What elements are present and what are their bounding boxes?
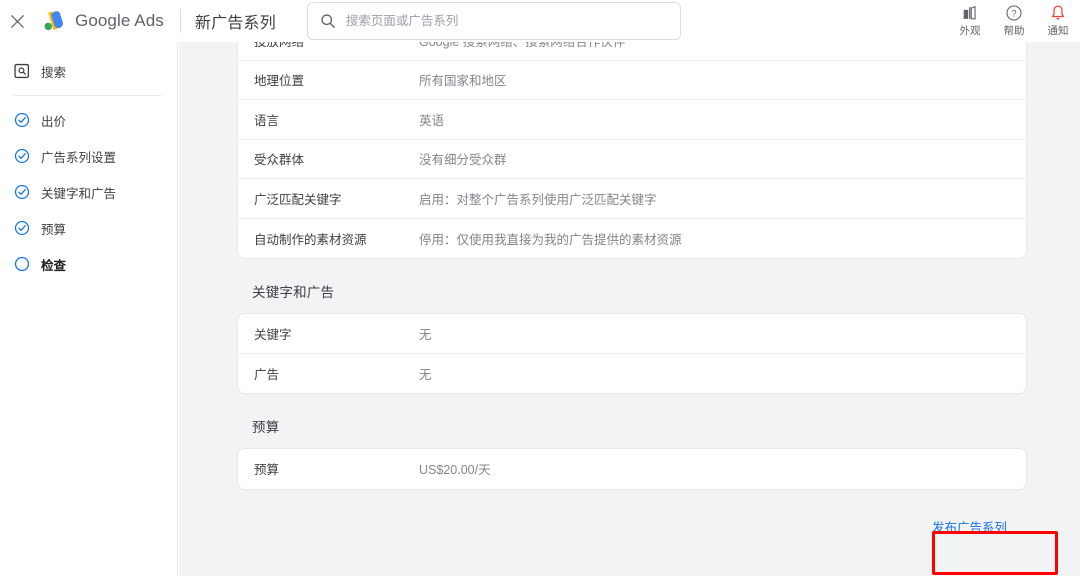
search-box[interactable] (306, 2, 681, 40)
row-value: 英语 (419, 113, 445, 128)
sidebar-item-label: 搜索 (41, 65, 67, 80)
sidebar-divider (14, 95, 161, 96)
campaign-settings-card: 投放网络 Google 搜索网络、搜索网络合作伙伴 地理位置 所有国家和地区 语… (237, 42, 1027, 259)
row-key: 语言 (254, 113, 280, 128)
table-row[interactable]: 投放网络 Google 搜索网络、搜索网络合作伙伴 (238, 42, 1026, 61)
row-key: 广告 (254, 367, 280, 382)
appearance-button[interactable]: 外观 (948, 0, 992, 38)
close-icon[interactable] (0, 0, 34, 42)
table-row[interactable]: 预算 US$20.00/天 (238, 449, 1026, 489)
search-icon (321, 14, 335, 28)
row-value: 没有细分受众群 (419, 153, 507, 168)
sidebar-item-search[interactable]: 搜索 (0, 53, 177, 89)
row-key: 投放网络 (254, 42, 419, 50)
settings-card-column: 投放网络 Google 搜索网络、搜索网络合作伙伴 地理位置 所有国家和地区 语… (237, 42, 1027, 259)
budget-card: 预算 US$20.00/天 (237, 448, 1027, 490)
sidebar-item-budget[interactable]: 预算 (0, 210, 177, 246)
notifications-button[interactable]: 通知 (1036, 0, 1080, 38)
review-main-panel: 投放网络 Google 搜索网络、搜索网络合作伙伴 地理位置 所有国家和地区 语… (179, 42, 1080, 576)
row-value: 启用：对整个广告系列使用广泛匹配关键字 (419, 192, 657, 207)
keywords-section-column: 关键字和广告 关键字 无 广告 无 (237, 259, 1027, 394)
check-circle-icon (14, 148, 30, 164)
row-key: 自动制作的素材资源 (254, 232, 367, 247)
footer-actions: 发布广告系列 (237, 490, 1027, 546)
table-row[interactable]: 关键字 无 (238, 314, 1026, 354)
appearance-icon (961, 3, 979, 22)
header-divider (179, 9, 181, 33)
notifications-bell-icon (1049, 3, 1067, 22)
section-title-budget: 预算 (252, 420, 280, 435)
help-label: 帮助 (1003, 25, 1025, 37)
table-row[interactable]: 广告 无 (238, 354, 1026, 394)
table-row[interactable]: 地理位置 所有国家和地区 (238, 61, 1026, 100)
brand-name: Google Ads (75, 11, 164, 30)
sidebar-item-label: 广告系列设置 (41, 150, 117, 165)
help-icon: ? (1005, 3, 1023, 22)
google-ads-campaign-review-page: Google Ads 新广告系列 外观 (0, 0, 1080, 576)
row-value: 无 (419, 367, 432, 382)
search-input[interactable] (345, 3, 668, 39)
scroll-area: 投放网络 Google 搜索网络、搜索网络合作伙伴 地理位置 所有国家和地区 语… (179, 42, 1080, 546)
check-circle-icon (14, 112, 30, 128)
row-key: 地理位置 (254, 74, 305, 89)
brand-logo-group[interactable]: Google Ads (34, 8, 164, 34)
row-value: 无 (419, 327, 432, 342)
sidebar-item-label: 检查 (41, 258, 67, 273)
publish-campaign-button[interactable]: 发布广告系列 (912, 507, 1027, 546)
row-key: 受众群体 (254, 153, 305, 168)
appearance-label: 外观 (959, 25, 981, 37)
table-row[interactable]: 广泛匹配关键字 启用：对整个广告系列使用广泛匹配关键字 (238, 179, 1026, 219)
row-key: 预算 (254, 463, 280, 478)
check-circle-icon (14, 220, 30, 236)
google-ads-logo-icon (44, 11, 63, 31)
notifications-label: 通知 (1047, 25, 1069, 37)
page-title: 新广告系列 (194, 15, 276, 32)
table-row[interactable]: 受众群体 没有细分受众群 (238, 140, 1026, 179)
section-title-keywords: 关键字和广告 (252, 285, 335, 300)
sidebar-item-keywords-and-ads[interactable]: 关键字和广告 (0, 174, 177, 210)
row-value: US$20.00/天 (419, 463, 491, 478)
empty-circle-icon (14, 256, 30, 272)
check-circle-icon (14, 184, 30, 200)
sidebar-item-bidding[interactable]: 出价 (0, 102, 177, 138)
sidebar-item-campaign-settings[interactable]: 广告系列设置 (0, 138, 177, 174)
table-row[interactable]: 自动制作的素材资源 停用：仅使用我直接为我的广告提供的素材资源 (238, 219, 1026, 259)
table-row[interactable]: 语言 英语 (238, 100, 1026, 140)
sidebar-item-label: 出价 (41, 114, 67, 129)
sidebar-item-label: 预算 (41, 222, 67, 237)
row-key: 关键字 (254, 327, 292, 342)
svg-text:?: ? (1011, 8, 1016, 18)
budget-section-column: 预算 预算 US$20.00/天 (237, 394, 1027, 490)
header-actions: 外观 ? 帮助 通知 (948, 0, 1080, 42)
row-key: 广泛匹配关键字 (254, 192, 342, 207)
row-value: Google 搜索网络、搜索网络合作伙伴 (419, 42, 625, 50)
keywords-and-ads-card: 关键字 无 广告 无 (237, 313, 1027, 394)
app-header: Google Ads 新广告系列 外观 (0, 0, 1080, 42)
campaign-steps-sidebar: 搜索 出价 广告系列设置 关键字和广告 预算 检查 (0, 42, 178, 576)
help-button[interactable]: ? 帮助 (992, 0, 1036, 38)
search-square-icon (14, 63, 30, 79)
row-value: 所有国家和地区 (419, 74, 507, 89)
row-value: 停用：仅使用我直接为我的广告提供的素材资源 (419, 232, 682, 247)
sidebar-item-review[interactable]: 检查 (0, 246, 177, 282)
sidebar-item-label: 关键字和广告 (41, 186, 117, 201)
